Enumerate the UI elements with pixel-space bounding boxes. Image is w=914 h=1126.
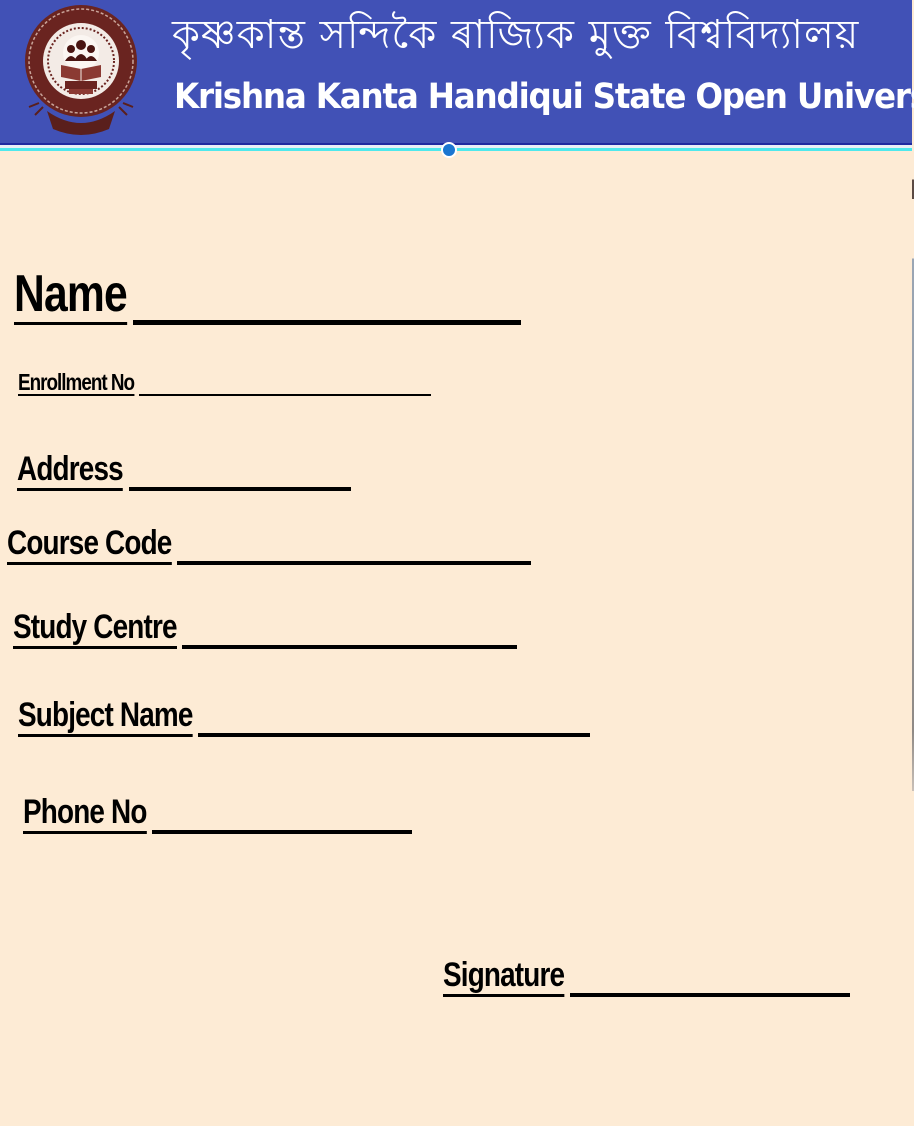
subject-name-label: Subject Name [18, 696, 193, 737]
university-seal-icon [25, 5, 137, 135]
address-label: Address [17, 450, 124, 491]
study-centre-field[interactable]: Study Centre [13, 608, 518, 649]
enrollment-no-label: Enrollment No [18, 369, 135, 396]
signature-blank-line[interactable] [570, 993, 851, 997]
address-field[interactable]: Address [17, 450, 351, 491]
name-field[interactable]: Name [14, 268, 521, 325]
resize-handle[interactable] [441, 142, 457, 158]
name-label: Name [14, 265, 128, 325]
study-centre-blank-line[interactable] [182, 645, 518, 649]
university-header: কৃষ্ণকান্ত সন্দিকৈ ৰাজ্যিক মুক্ত বিশ্ববি… [0, 0, 914, 143]
subject-name-blank-line[interactable] [198, 733, 591, 737]
enrollment-no-blank-line[interactable] [138, 394, 431, 396]
course-code-blank-line[interactable] [177, 561, 532, 565]
course-code-label: Course Code [7, 524, 172, 565]
university-title-assamese: কৃষ্ণকান্ত সন্দিকৈ ৰাজ্যিক মুক্ত বিশ্ববি… [172, 12, 860, 58]
study-centre-label: Study Centre [13, 608, 177, 649]
subject-name-field[interactable]: Subject Name [18, 696, 591, 737]
phone-no-label: Phone No [23, 793, 147, 834]
address-blank-line[interactable] [128, 487, 351, 491]
enrollment-no-field[interactable]: Enrollment No [18, 370, 431, 396]
signature-label: Signature [443, 956, 565, 997]
university-title-english: Krishna Kanta Handiqui State Open Univer… [174, 77, 914, 117]
course-code-field[interactable]: Course Code [7, 524, 532, 565]
phone-no-field[interactable]: Phone No [23, 793, 413, 834]
name-blank-line[interactable] [132, 320, 521, 325]
signature-field[interactable]: Signature [443, 956, 851, 997]
phone-no-blank-line[interactable] [152, 830, 413, 834]
